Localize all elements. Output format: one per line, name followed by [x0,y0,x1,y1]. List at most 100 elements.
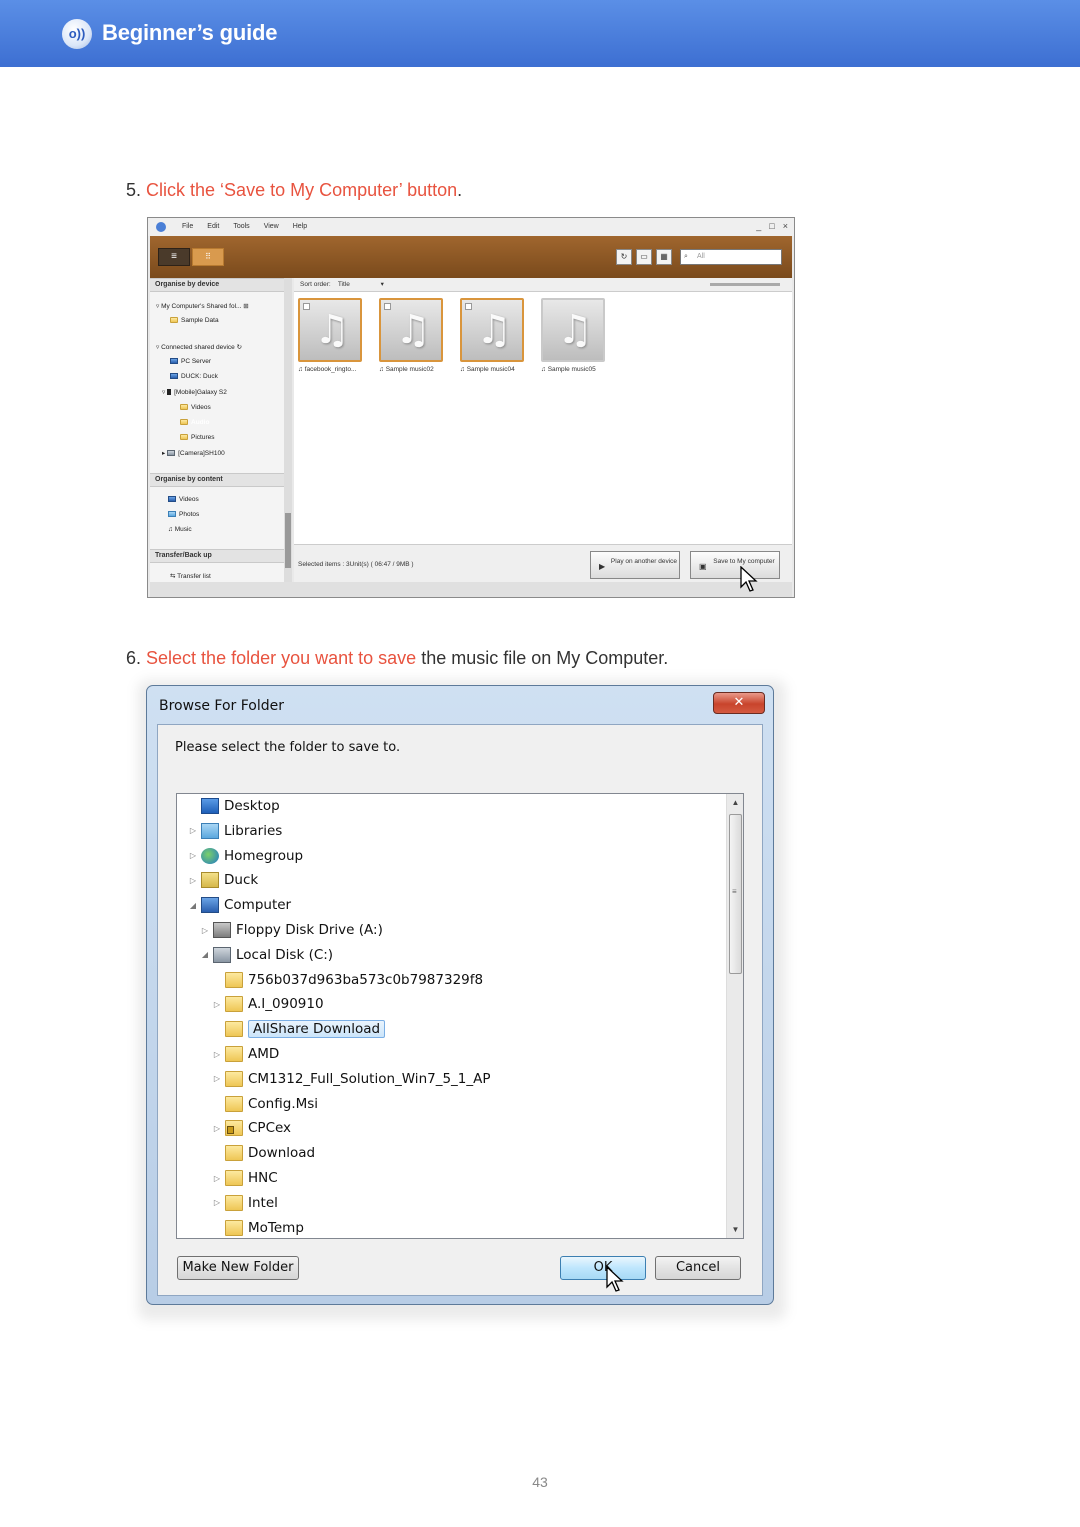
tree-item[interactable]: Config.Msi [211,1093,318,1115]
tree-item[interactable]: ◢ Local Disk (C:) [199,944,333,966]
sidebar-item-pictures[interactable]: Pictures [180,434,214,441]
ok-button[interactable]: OK [560,1256,646,1280]
expand-arrow-icon[interactable]: ▷ [211,1000,223,1009]
tree-item-label: CPCex [248,1120,292,1137]
tree-item[interactable]: Download [211,1142,315,1164]
step-6-rest: the music file on My Computer. [416,648,669,668]
menu-file[interactable]: File [182,223,193,230]
zoom-slider[interactable] [710,283,780,286]
sidebar-item-pc-server[interactable]: PC Server [170,358,211,365]
chevron-down-icon[interactable]: ▾ [352,281,384,288]
sidebar-item-content-videos[interactable]: Videos [168,496,199,503]
allshare-app-screenshot: File Edit Tools View Help _ □ × ≡ ⠿ ↻ ▭ … [147,217,795,598]
close-icon[interactable]: × [783,221,788,231]
app-toolbar: ≡ ⠿ ↻ ▭ ▦ ⌕ All [150,236,792,278]
step-6-text: 6. Select the folder you want to save th… [126,648,668,669]
expand-arrow-icon[interactable]: ▷ [187,851,199,860]
computer-icon [201,897,219,914]
tree-item[interactable]: ▷ CM1312_Full_Solution_Win7_5_1_AP [211,1068,491,1090]
tree-item[interactable]: ◢ Computer [187,894,291,916]
sidebar-item-audio[interactable]: Audio [180,419,209,426]
close-icon[interactable]: ✕ [713,692,765,714]
dialog-prompt: Please select the folder to save to. [175,740,401,755]
thumbnail-mode-icon[interactable]: ▦ [656,249,672,265]
step-5-text: 5. Click the ‘Save to My Computer’ butto… [126,180,462,201]
tree-item[interactable]: AllShare Download [211,1018,386,1040]
mouse-cursor-icon [740,566,758,592]
expand-arrow-icon[interactable]: ▷ [211,1174,223,1183]
tree-item[interactable]: MoTemp [211,1217,304,1238]
sidebar-item-shared-folder[interactable]: ▿ My Computer's Shared fol... ⊞ [156,302,249,310]
sidebar-scrollbar[interactable] [284,278,292,582]
save-to-my-computer-button[interactable]: ▣ Save to My computer [690,551,780,579]
menu-edit[interactable]: Edit [207,223,219,230]
tree-item[interactable]: ▷ Floppy Disk Drive (A:) [199,919,383,941]
camera-icon [167,450,176,457]
file-item[interactable]: ♫ ♫ Sample music05 [541,298,607,373]
tree-item[interactable]: 756b037d963ba573c0b7987329f8 [211,969,483,991]
list-view-icon[interactable]: ≡ [158,248,190,266]
sidebar-item-videos[interactable]: Videos [180,404,211,411]
menu-view[interactable]: View [264,223,279,230]
menu-help[interactable]: Help [293,223,307,230]
checkbox-icon [303,303,310,310]
sidebar-item-connected-devices[interactable]: ▿ Connected shared device ↻ [156,343,242,351]
tree-item-label: MoTemp [248,1219,304,1236]
maximize-icon[interactable]: □ [769,221,774,231]
tree-item[interactable]: ▷ A.I_090910 [211,993,324,1015]
file-item[interactable]: ♫ ♫ Sample music04 [460,298,526,373]
tree-item[interactable]: ▷ Homegroup [187,845,303,867]
cancel-button[interactable]: Cancel [655,1256,741,1280]
grid-view-icon[interactable]: ⠿ [192,248,224,266]
sidebar-item-content-music[interactable]: ♫ Music [168,526,192,533]
tree-item[interactable]: ▷ Intel [211,1192,278,1214]
refresh-icon[interactable]: ↻ [616,249,632,265]
list-mode-icon[interactable]: ▭ [636,249,652,265]
browse-for-folder-dialog: Browse For Folder ✕ Please select the fo… [146,685,774,1305]
file-name: ♫ Sample music05 [541,366,596,373]
expand-arrow-icon[interactable]: ◢ [199,950,211,959]
selected-items-status: Selected items : 3Unit(s) ( 06:47 / 9MB … [298,561,414,568]
tree-scrollbar[interactable]: ▲ ≡ ▼ [726,794,743,1238]
sidebar-item-content-photos[interactable]: Photos [168,511,199,518]
user-folder-icon [201,872,219,889]
scroll-down-icon[interactable]: ▼ [727,1221,743,1238]
expand-arrow-icon[interactable]: ▷ [211,1050,223,1059]
sidebar-item-duck[interactable]: DUCK: Duck [170,373,218,380]
tree-item-label: 756b037d963ba573c0b7987329f8 [248,971,484,988]
sidebar-item-galaxy-s2[interactable]: ▿ [Mobile]Galaxy S2 [162,388,227,396]
sidebar-item-camera[interactable]: ▸ [Camera]SH100 [162,449,225,457]
minimize-icon[interactable]: _ [756,221,761,231]
sidebar-item-transfer-list[interactable]: ⇆ Transfer list [170,572,211,580]
file-item[interactable]: ♫ ♫ facebook_ringto... [298,298,364,373]
tree-item[interactable]: ▷ Libraries [187,820,282,842]
tree-item[interactable]: ▷ CPCex [211,1117,291,1139]
scroll-up-icon[interactable]: ▲ [727,794,743,811]
make-new-folder-button[interactable]: Make New Folder [177,1256,299,1280]
step-5-highlight: Click the ‘Save to My Computer’ button [146,180,458,200]
tree-item[interactable]: ▷ Duck [187,869,258,891]
expand-arrow-icon[interactable]: ▷ [211,1198,223,1207]
scrollbar-thumb[interactable] [285,513,291,568]
expand-arrow-icon[interactable]: ◢ [187,901,199,910]
folder-icon [225,1194,243,1211]
checkbox-icon [384,303,391,310]
expand-arrow-icon[interactable]: ▷ [211,1124,223,1133]
pc-icon [170,358,178,365]
tree-item[interactable]: ▷ AMD [211,1043,279,1065]
tree-item[interactable]: ▷ HNC [211,1167,278,1189]
expand-arrow-icon[interactable]: ▷ [187,826,199,835]
sort-value[interactable]: Title [338,281,350,288]
search-input[interactable]: ⌕ All [680,249,782,265]
play-on-another-device-button[interactable]: ▶ Play on another device [590,551,680,579]
expand-arrow-icon[interactable]: ▷ [199,926,211,935]
section-organise-by-content: Organise by content [150,473,286,487]
expand-arrow-icon[interactable]: ▷ [211,1074,223,1083]
expand-arrow-icon[interactable]: ▷ [187,876,199,885]
tree-item[interactable]: Desktop [187,795,280,817]
folder-tree[interactable]: ▲ ≡ ▼ Desktop ▷ Libraries ▷ Homegroup ▷ Duck ◢ C… [176,793,744,1239]
videos-icon [168,496,176,503]
sidebar-item-sample-data[interactable]: Sample Data [170,317,219,324]
file-item[interactable]: ♫ ♫ Sample music02 [379,298,445,373]
menu-tools[interactable]: Tools [233,223,249,230]
